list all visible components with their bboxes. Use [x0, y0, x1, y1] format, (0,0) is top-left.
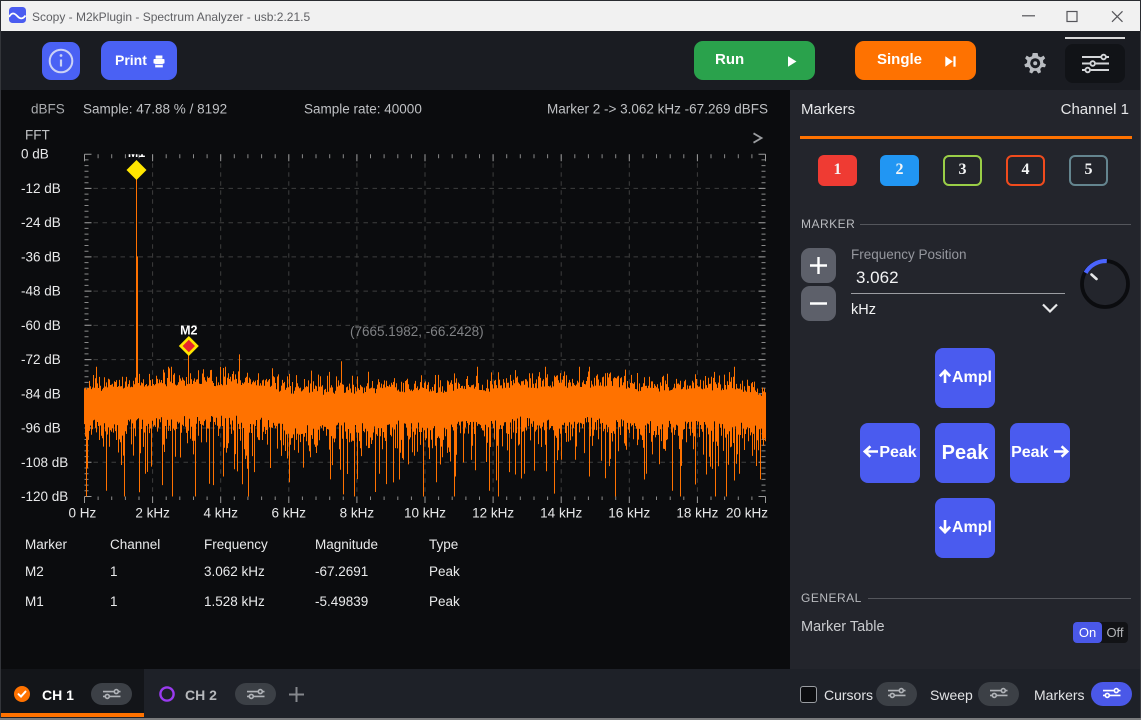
svg-text:dBFS: dBFS [31, 102, 65, 117]
svg-text:-5.49839: -5.49839 [315, 594, 368, 609]
svg-text:Marker: Marker [25, 537, 68, 552]
svg-text:-84 dB: -84 dB [21, 386, 61, 401]
svg-text:Type: Type [429, 537, 458, 552]
svg-text:0 dB: 0 dB [21, 147, 49, 162]
svg-text:-48 dB: -48 dB [21, 284, 61, 299]
svg-text:Sample rate: 40000: Sample rate: 40000 [304, 102, 422, 117]
svg-text:20 kHz: 20 kHz [726, 506, 768, 521]
svg-text:-12 dB: -12 dB [21, 181, 61, 196]
svg-text:-67.2691: -67.2691 [315, 564, 368, 579]
svg-text:-36 dB: -36 dB [21, 249, 61, 264]
svg-text:Frequency: Frequency [204, 537, 268, 552]
svg-text:1.528 kHz: 1.528 kHz [204, 594, 265, 609]
svg-text:2 kHz: 2 kHz [135, 506, 170, 521]
svg-text:M2: M2 [180, 324, 197, 338]
svg-text:6 kHz: 6 kHz [272, 506, 307, 521]
svg-text:Peak: Peak [429, 564, 460, 579]
svg-text:Sample: 47.88 % / 8192: Sample: 47.88 % / 8192 [83, 102, 227, 117]
svg-text:M1: M1 [25, 594, 44, 609]
svg-text:1: 1 [110, 594, 118, 609]
svg-text:8 kHz: 8 kHz [340, 506, 375, 521]
svg-text:FFT: FFT [25, 128, 50, 143]
svg-text:M1: M1 [128, 146, 145, 160]
svg-text:-24 dB: -24 dB [21, 215, 61, 230]
svg-text:10 kHz: 10 kHz [404, 506, 446, 521]
svg-text:0 Hz: 0 Hz [69, 506, 97, 521]
svg-text:1: 1 [110, 564, 118, 579]
svg-text:(7665.1982, -66.2428): (7665.1982, -66.2428) [350, 324, 484, 339]
svg-text:3.062 kHz: 3.062 kHz [204, 564, 265, 579]
svg-text:4 kHz: 4 kHz [203, 506, 238, 521]
svg-text:Peak: Peak [429, 594, 460, 609]
svg-text:-108 dB: -108 dB [21, 455, 68, 470]
svg-text:Channel: Channel [110, 537, 160, 552]
svg-text:16 kHz: 16 kHz [608, 506, 650, 521]
svg-text:14 kHz: 14 kHz [540, 506, 582, 521]
svg-text:-96 dB: -96 dB [21, 421, 61, 436]
svg-text:18 kHz: 18 kHz [676, 506, 718, 521]
svg-text:-120 dB: -120 dB [21, 489, 68, 504]
svg-text:-60 dB: -60 dB [21, 318, 61, 333]
svg-text:-72 dB: -72 dB [21, 352, 61, 367]
svg-text:Marker 2 -> 3.062 kHz -67.269: Marker 2 -> 3.062 kHz -67.269 dBFS [547, 102, 768, 117]
svg-text:12 kHz: 12 kHz [472, 506, 514, 521]
svg-text:Magnitude: Magnitude [315, 537, 378, 552]
svg-text:M2: M2 [25, 564, 44, 579]
